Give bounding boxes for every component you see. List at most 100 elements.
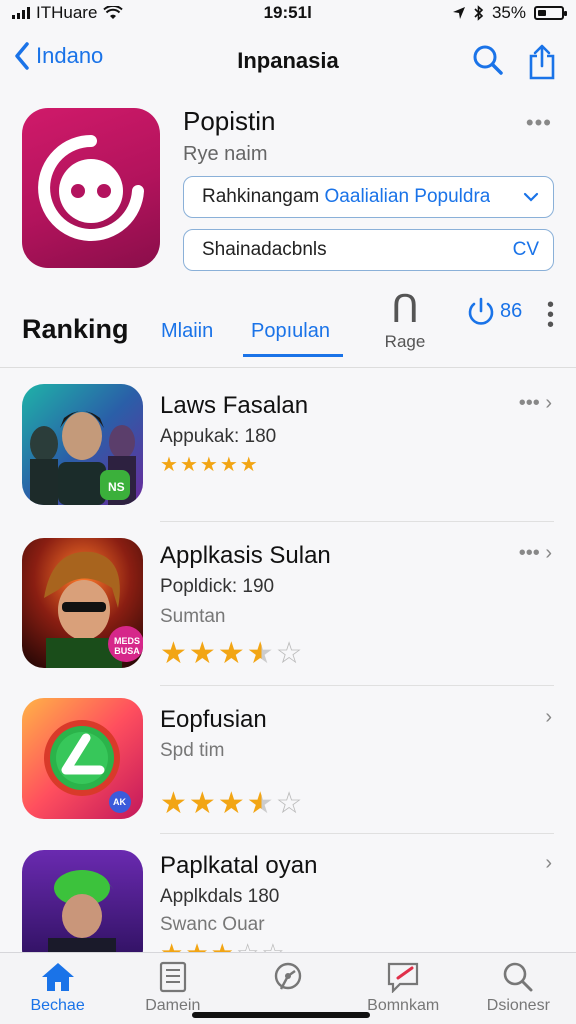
rating-stars: ★★★★☆ <box>160 786 305 821</box>
app-title: Paplkatal oyan <box>160 852 318 879</box>
star-full-icon: ★ <box>160 454 180 476</box>
app-downloads: Applkdals 180 <box>160 886 280 907</box>
star-half-icon: ★ <box>246 637 276 670</box>
more-options-button[interactable]: ••• <box>526 110 552 136</box>
location-arrow-icon <box>452 7 465 19</box>
game-art-image <box>22 384 143 505</box>
app-logo <box>38 135 144 241</box>
more-dots: ••• <box>518 392 540 414</box>
chevron-left-icon <box>15 42 29 70</box>
clock: 19:51l <box>263 3 312 22</box>
range-glyph: Ո <box>391 289 419 331</box>
back-button[interactable]: Indano <box>14 42 103 70</box>
message-icon <box>388 962 419 993</box>
filter-end-label: CV <box>512 239 539 260</box>
category-value: Oaalialian Populdra <box>324 186 491 207</box>
chevron-down-icon <box>523 192 539 202</box>
row-chevron-button[interactable]: › <box>545 706 552 729</box>
rating-stars: ★★★★☆ <box>160 636 305 671</box>
home-indicator <box>192 1012 370 1018</box>
tab-search[interactable]: Dsionesr <box>461 953 576 1024</box>
thumb-badge: AK <box>113 797 126 807</box>
list-item[interactable]: MEDS BUSA Applkasis Sulan Popldick: 190 … <box>0 536 576 686</box>
rating-stars: ★★★☆☆ <box>160 938 287 952</box>
category-prefix: Rahkinangam <box>202 186 320 207</box>
rating-stars: ★★★★★ <box>160 452 260 477</box>
tab-label: Bomnkam <box>367 997 440 1014</box>
app-name: Popistin <box>183 106 276 136</box>
navigation-bar: Indano Inpanasia <box>0 36 576 86</box>
tab-label: Dsionesr <box>486 997 550 1014</box>
tab-label: Bechae <box>30 997 85 1014</box>
star-full-icon: ★ <box>160 637 189 670</box>
battery-level <box>538 10 546 16</box>
game-art-image <box>22 850 143 952</box>
category-dropdown[interactable]: Rahkinangam Oaalialian Populdra <box>183 176 554 218</box>
tab-main[interactable]: Mlaiin <box>161 320 213 343</box>
star-full-icon: ★ <box>219 454 240 476</box>
star-full-icon: ★ <box>185 938 210 952</box>
app-downloads: Popldick: 190 <box>160 576 275 597</box>
app-title: Applkasis Sulan <box>160 542 331 569</box>
bluetooth-icon <box>474 5 484 21</box>
active-tab-indicator <box>243 354 343 357</box>
filter-dropdown[interactable]: Shainadacbnls CV <box>183 229 554 271</box>
filter-label: Shainadacbnls <box>202 239 327 260</box>
range-label: Rage <box>384 332 426 351</box>
app-title: Eopfusian <box>160 706 267 733</box>
share-count: 86 <box>500 299 523 322</box>
search-icon <box>504 962 533 992</box>
document-icon <box>159 961 186 993</box>
app-title: Laws Fasalan <box>160 392 309 419</box>
row-more-button[interactable]: ••• › <box>519 392 552 415</box>
battery-icon <box>534 6 567 20</box>
share-icon[interactable] <box>528 44 556 80</box>
tab-popular[interactable]: Popıulan <box>251 320 330 343</box>
divider <box>160 521 554 522</box>
star-empty-icon: ☆ <box>275 787 305 820</box>
signal-icon <box>12 7 30 19</box>
star-full-icon: ★ <box>160 938 185 952</box>
app-category: Sumtan <box>160 606 226 627</box>
star-full-icon: ★ <box>239 454 260 476</box>
star-full-icon: ★ <box>217 787 247 820</box>
search-icon[interactable] <box>472 44 504 76</box>
home-icon <box>41 963 74 991</box>
carrier-label: ITHuare <box>36 3 98 22</box>
more-dots: ••• <box>518 542 540 564</box>
ranking-header: Ranking Mlaiin Popıulan Ո Rage 86 • • • <box>0 290 576 368</box>
list-item[interactable]: NS Laws Fasalan Appukak: 180 ★★★★★ ••• › <box>0 382 576 522</box>
app-category: Swanc Ouar <box>160 914 265 935</box>
app-icon <box>22 108 160 268</box>
divider <box>160 685 554 686</box>
vertical-more-icon[interactable]: • • • <box>547 295 554 335</box>
section-heading: Ranking <box>22 314 129 344</box>
location-icon <box>274 962 302 990</box>
row-chevron-button[interactable]: › <box>545 852 552 875</box>
app-category: Spd tim <box>160 740 225 761</box>
battery-percent: 35% <box>491 3 526 22</box>
app-thumbnail: MEDS BUSA <box>22 538 143 668</box>
star-full-icon: ★ <box>179 454 200 476</box>
app-thumbnail: NS <box>22 384 143 505</box>
star-full-icon: ★ <box>211 938 236 952</box>
app-thumbnail <box>22 850 143 952</box>
star-full-icon: ★ <box>188 637 218 670</box>
app-thumbnail: AK <box>22 698 143 819</box>
app-downloads: Appukak: 180 <box>160 426 277 447</box>
list-item[interactable]: Paplkatal oyan Applkdals 180 Swanc Ouar … <box>0 848 576 952</box>
star-full-icon: ★ <box>188 787 218 820</box>
star-half-icon: ★ <box>246 787 276 820</box>
tab-home[interactable]: Bechae <box>0 953 115 1024</box>
thumb-badge: NS <box>108 480 125 494</box>
list-item[interactable]: AK Eopfusian Spd tim ★★★★☆ › <box>0 698 576 834</box>
power-share-button[interactable]: 86 <box>466 296 522 326</box>
star-full-icon: ★ <box>217 637 247 670</box>
row-more-button[interactable]: ••• › <box>519 542 552 565</box>
thumb-badge: MEDS BUSA <box>113 636 140 656</box>
range-button[interactable]: Ո Rage <box>378 290 432 352</box>
star-empty-icon: ☆ <box>275 637 305 670</box>
star-empty-icon: ☆ <box>236 938 261 952</box>
back-label: Indano <box>36 43 104 68</box>
star-empty-icon: ☆ <box>261 938 286 952</box>
